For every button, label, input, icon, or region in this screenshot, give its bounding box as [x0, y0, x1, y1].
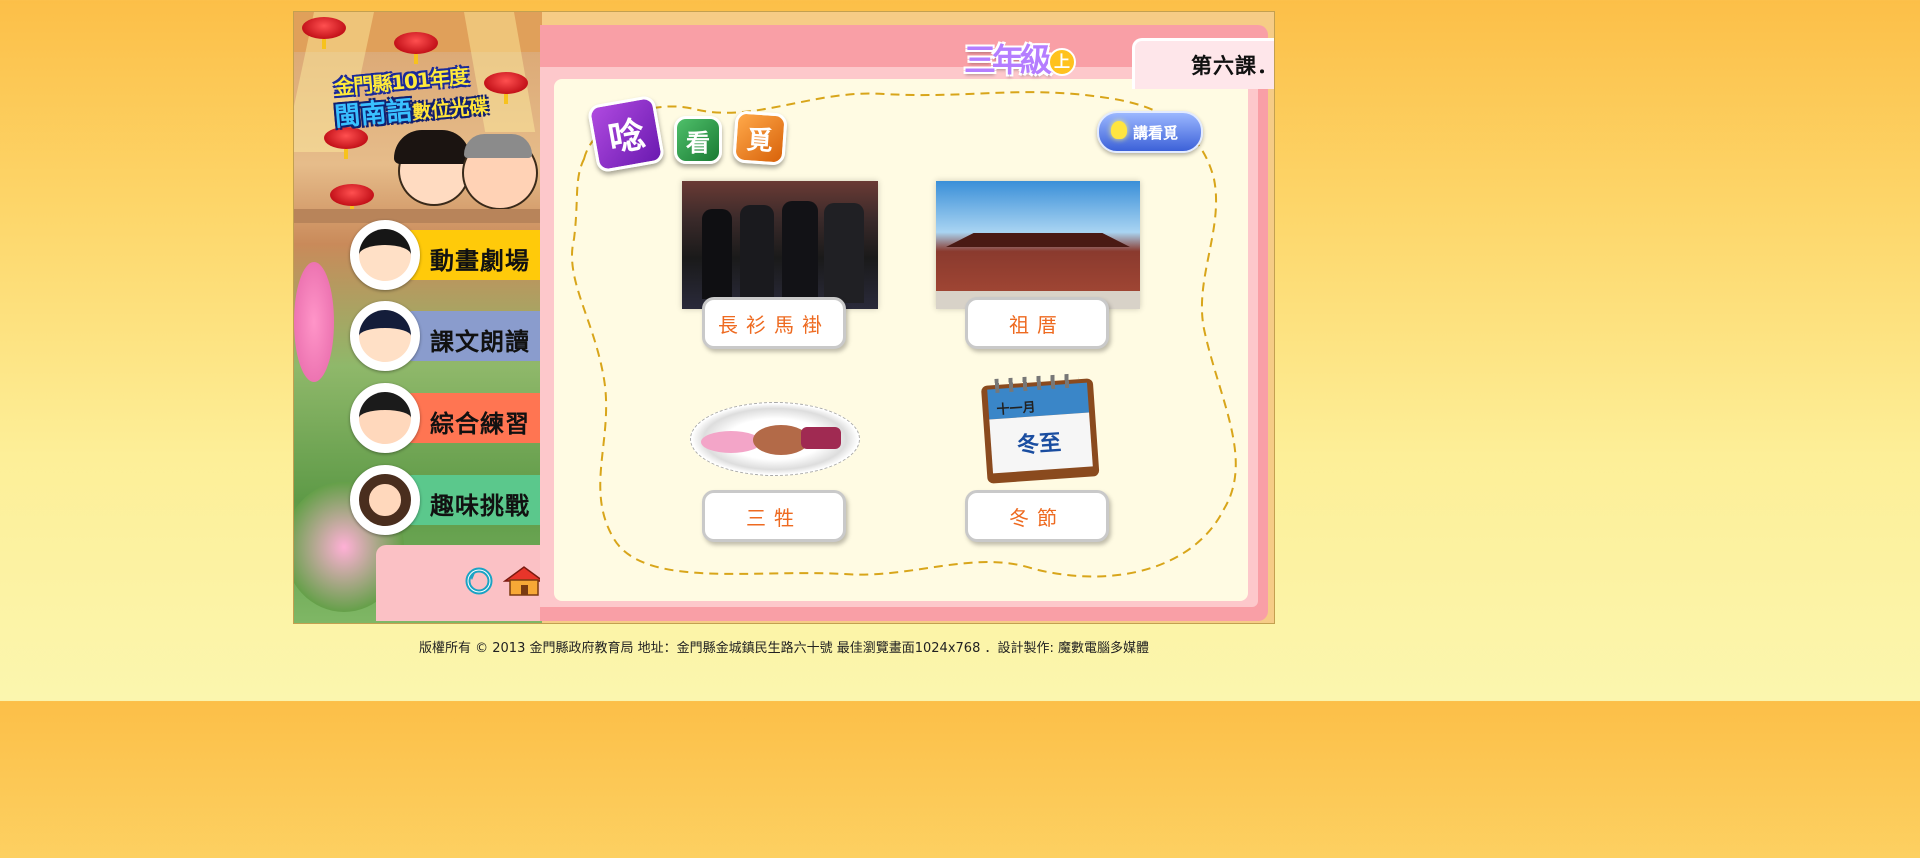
- word-button-sansheng[interactable]: 三牲: [702, 490, 846, 542]
- semester-badge: 上: [1048, 48, 1077, 76]
- word-button-changshan-magua[interactable]: 長衫馬褂: [702, 297, 846, 349]
- word-label: 長衫馬褂: [718, 312, 830, 337]
- ancestral-house-photo[interactable]: [936, 181, 1140, 309]
- winter-solstice-calendar[interactable]: 十一月 冬至: [980, 372, 1100, 484]
- menu-label: 趣味挑戰: [430, 492, 530, 520]
- lantern: [394, 32, 438, 64]
- section-char: 覓: [732, 110, 788, 166]
- word-button-dongjie[interactable]: 冬節: [965, 490, 1109, 542]
- menu-animation-theater-button[interactable]: 動畫劇場: [350, 220, 542, 290]
- person-figure: [740, 205, 774, 301]
- logo-subtitle-main: 閩南語: [333, 95, 414, 133]
- grade-label: 三年級: [964, 41, 1052, 79]
- home-icon[interactable]: [502, 565, 546, 597]
- curly-hair-avatar-icon: [350, 465, 420, 535]
- menu-text-reading-button[interactable]: 課文朗讀: [350, 301, 542, 371]
- menu-label: 綜合練習: [430, 410, 530, 438]
- lantern: [302, 17, 346, 49]
- menu-label: 課文朗讀: [430, 328, 530, 356]
- hint-button[interactable]: 講看覓: [1097, 111, 1203, 153]
- menu-challenge-button[interactable]: 趣味挑戰: [350, 465, 542, 535]
- group-in-robes-photo[interactable]: [682, 181, 878, 309]
- word-label: 三牲: [746, 505, 802, 530]
- lesson-title-tab: 第六課．冬節祭祖食頭: [1132, 38, 1274, 89]
- replay-icon[interactable]: [465, 567, 493, 595]
- copyright-footer: 版權所有 © 2013 金門縣政府教育局 地址：金門縣金城鎮民生路六十號 最佳瀏…: [419, 641, 1149, 656]
- hint-label: 講看覓: [1133, 124, 1179, 142]
- left-scene: 金門縣101年度 閩南語數位光碟 動畫劇場 課文朗讀 綜合練習 趣味挑戰: [294, 12, 542, 623]
- word-button-zucuo[interactable]: 祖厝: [965, 297, 1109, 349]
- roof: [946, 233, 1130, 247]
- word-label: 冬節: [1009, 505, 1065, 530]
- girl-avatar-icon: [350, 220, 420, 290]
- lesson-title: 第六課．冬節祭祖食頭: [1191, 53, 1274, 78]
- fish-shape: [701, 431, 761, 453]
- calendar-page: 冬至: [989, 412, 1093, 474]
- person-figure: [702, 209, 732, 299]
- bottom-nav-panel: [376, 545, 551, 621]
- lightbulb-icon: [1111, 121, 1127, 139]
- flower-plant: [294, 262, 334, 382]
- logo-subtitle-small: 數位光碟: [411, 95, 490, 124]
- lantern: [330, 184, 374, 216]
- spiky-hair-avatar-icon: [350, 383, 420, 453]
- lantern: [484, 72, 528, 104]
- person-figure: [782, 201, 818, 301]
- girl-hair: [394, 130, 470, 164]
- section-char: 唸: [586, 94, 666, 174]
- word-label: 祖厝: [1009, 312, 1065, 337]
- section-char: 看: [674, 116, 722, 164]
- app-window: 金門縣101年度 閩南語數位光碟 動畫劇場 課文朗讀 綜合練習 趣味挑戰 三年級…: [293, 11, 1275, 624]
- boy-hair: [464, 134, 532, 158]
- boy-avatar-icon: [350, 301, 420, 371]
- grade-badge: 三年級上: [964, 35, 1077, 81]
- three-offerings-drawing[interactable]: [690, 402, 860, 476]
- pork-shape: [801, 427, 841, 449]
- calendar-month: 十一月: [996, 400, 1037, 418]
- person-figure: [824, 203, 864, 303]
- menu-practice-button[interactable]: 綜合練習: [350, 383, 542, 453]
- menu-label: 動畫劇場: [430, 247, 530, 275]
- calendar-day: 冬至: [1016, 430, 1062, 459]
